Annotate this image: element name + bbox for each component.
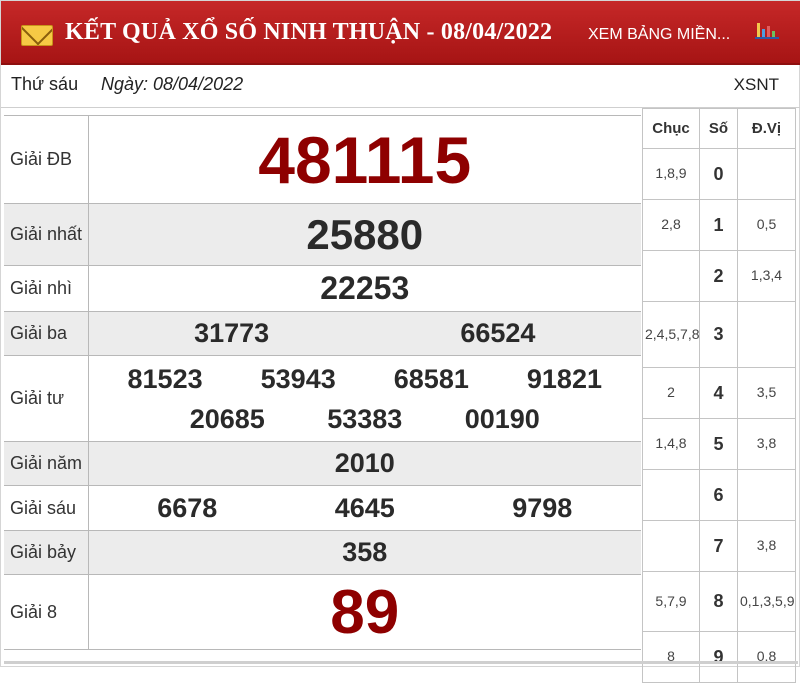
prize-row-third: Giải ba 31773 66524 [4, 311, 641, 356]
prize-number: 20685 [189, 403, 265, 434]
loto-header-chuc: Chục [642, 108, 700, 149]
prize-table: Giải ĐB 481115 Giải nhất 25880 Giải nhì … [4, 115, 641, 650]
loto-dvi: 3,5 [737, 367, 796, 419]
loto-so: 8 [699, 571, 738, 632]
prize-row-seventh: Giải bảy 358 [4, 530, 641, 575]
loto-row: 1,8,9 0 [642, 148, 796, 200]
loto-so: 7 [699, 520, 738, 572]
loto-so: 1 [699, 199, 738, 251]
view-region-table-link[interactable]: XEM BẢNG MIỀN... [588, 26, 730, 44]
loto-so: 0 [699, 148, 738, 200]
loto-chuc [642, 469, 700, 521]
loto-so: 4 [699, 367, 738, 419]
loto-row: 5,7,9 8 0,1,3,5,9 [642, 571, 796, 632]
weekday-label: Thứ sáu [11, 74, 79, 94]
prize-row-sixth: Giải sáu 6678 4645 9798 [4, 485, 641, 531]
prize-number: 91821 [526, 363, 602, 394]
loto-row: 8 9 0,8 [642, 631, 796, 683]
result-card: KẾT QUẢ XỔ SỐ NINH THUẬN - 08/04/2022 XE… [0, 0, 800, 683]
prize-number: 89 [330, 577, 400, 647]
loto-so: 9 [699, 631, 738, 683]
bottom-divider [4, 661, 798, 664]
loto-chuc: 1,4,8 [642, 418, 700, 470]
loto-so: 2 [699, 250, 738, 302]
prize-row-second: Giải nhì 22253 [4, 265, 641, 312]
loto-so: 5 [699, 418, 738, 470]
mail-icon[interactable] [21, 25, 53, 46]
loto-dvi: 0,5 [737, 199, 796, 251]
page-title: KẾT QUẢ XỔ SỐ NINH THUẬN - 08/04/2022 [65, 19, 553, 45]
prize-label: Giải năm [4, 441, 89, 486]
loto-dvi: 0,1,3,5,9 [737, 571, 796, 632]
loto-dvi [737, 301, 796, 368]
loto-dvi: 0,8 [737, 631, 796, 683]
prize-label: Giải ba [4, 311, 89, 356]
loto-dvi [737, 469, 796, 521]
prize-label: Giải nhì [4, 265, 89, 312]
prize-row-fifth: Giải năm 2010 [4, 441, 641, 486]
draw-date: Ngày: 08/04/2022 [101, 74, 244, 94]
prize-number: 66524 [460, 318, 536, 348]
loto-chuc: 2,4,5,7,8 [642, 301, 700, 368]
prize-number: 53943 [260, 363, 336, 394]
prize-number: 31773 [194, 318, 270, 348]
loto-row: 7 3,8 [642, 520, 796, 572]
loto-chuc: 8 [642, 631, 700, 683]
prize-number: 6678 [157, 492, 218, 523]
loto-dvi [737, 148, 796, 200]
loto-header-so: Số [699, 108, 738, 149]
prize-label: Giải 8 [4, 574, 89, 650]
loto-table: Chục Số Đ.Vị 1,8,9 0 2,8 1 0,5 2 1,3,4 2,4,5… [642, 108, 796, 683]
loto-chuc: 5,7,9 [642, 571, 700, 632]
loto-dvi: 3,8 [737, 418, 796, 470]
loto-chuc [642, 520, 700, 572]
prize-number: 00190 [464, 403, 540, 434]
loto-dvi: 3,8 [737, 520, 796, 572]
prize-number: 25880 [306, 210, 424, 258]
prize-number: 53383 [327, 403, 403, 434]
loto-row: 2 4 3,5 [642, 367, 796, 419]
loto-row: 2,8 1 0,5 [642, 199, 796, 251]
loto-so: 6 [699, 469, 738, 521]
draw-info-row: Thứ sáu Ngày: 08/04/2022 XSNT [1, 65, 800, 108]
loto-chuc [642, 250, 700, 302]
prize-label: Giải ĐB [4, 115, 89, 204]
prize-number: 481115 [258, 122, 472, 197]
loto-row: 6 [642, 469, 796, 521]
loto-dvi: 1,3,4 [737, 250, 796, 302]
prize-number: 2010 [334, 448, 395, 478]
prize-number: 9798 [512, 492, 573, 523]
loto-header-dvi: Đ.Vị [737, 108, 796, 149]
loto-so: 3 [699, 301, 738, 368]
prize-number: 4645 [334, 492, 395, 523]
prize-label: Giải tư [4, 355, 89, 442]
header-bar: KẾT QUẢ XỔ SỐ NINH THUẬN - 08/04/2022 XE… [1, 1, 800, 65]
prize-label: Giải nhất [4, 203, 89, 266]
lottery-code: XSNT [733, 75, 779, 94]
bar-chart-icon[interactable] [753, 19, 783, 41]
loto-row: 1,4,8 5 3,8 [642, 418, 796, 470]
prize-row-fourth: Giải tư 81523 53943 68581 91821 20685 53… [4, 355, 641, 442]
prize-number: 22253 [320, 270, 410, 306]
prize-label: Giải bảy [4, 530, 89, 575]
loto-chuc: 2 [642, 367, 700, 419]
prize-number: 68581 [393, 363, 469, 394]
prize-number: 81523 [127, 363, 203, 394]
prize-row-special: Giải ĐB 481115 [4, 115, 641, 204]
prize-row-first: Giải nhất 25880 [4, 203, 641, 266]
loto-chuc: 2,8 [642, 199, 700, 251]
loto-row: 2,4,5,7,8 3 [642, 301, 796, 368]
prize-number: 358 [342, 537, 388, 567]
prize-label: Giải sáu [4, 485, 89, 531]
loto-row: 2 1,3,4 [642, 250, 796, 302]
prize-row-eighth: Giải 8 89 [4, 574, 641, 650]
loto-header-row: Chục Số Đ.Vị [642, 108, 796, 149]
loto-chuc: 1,8,9 [642, 148, 700, 200]
